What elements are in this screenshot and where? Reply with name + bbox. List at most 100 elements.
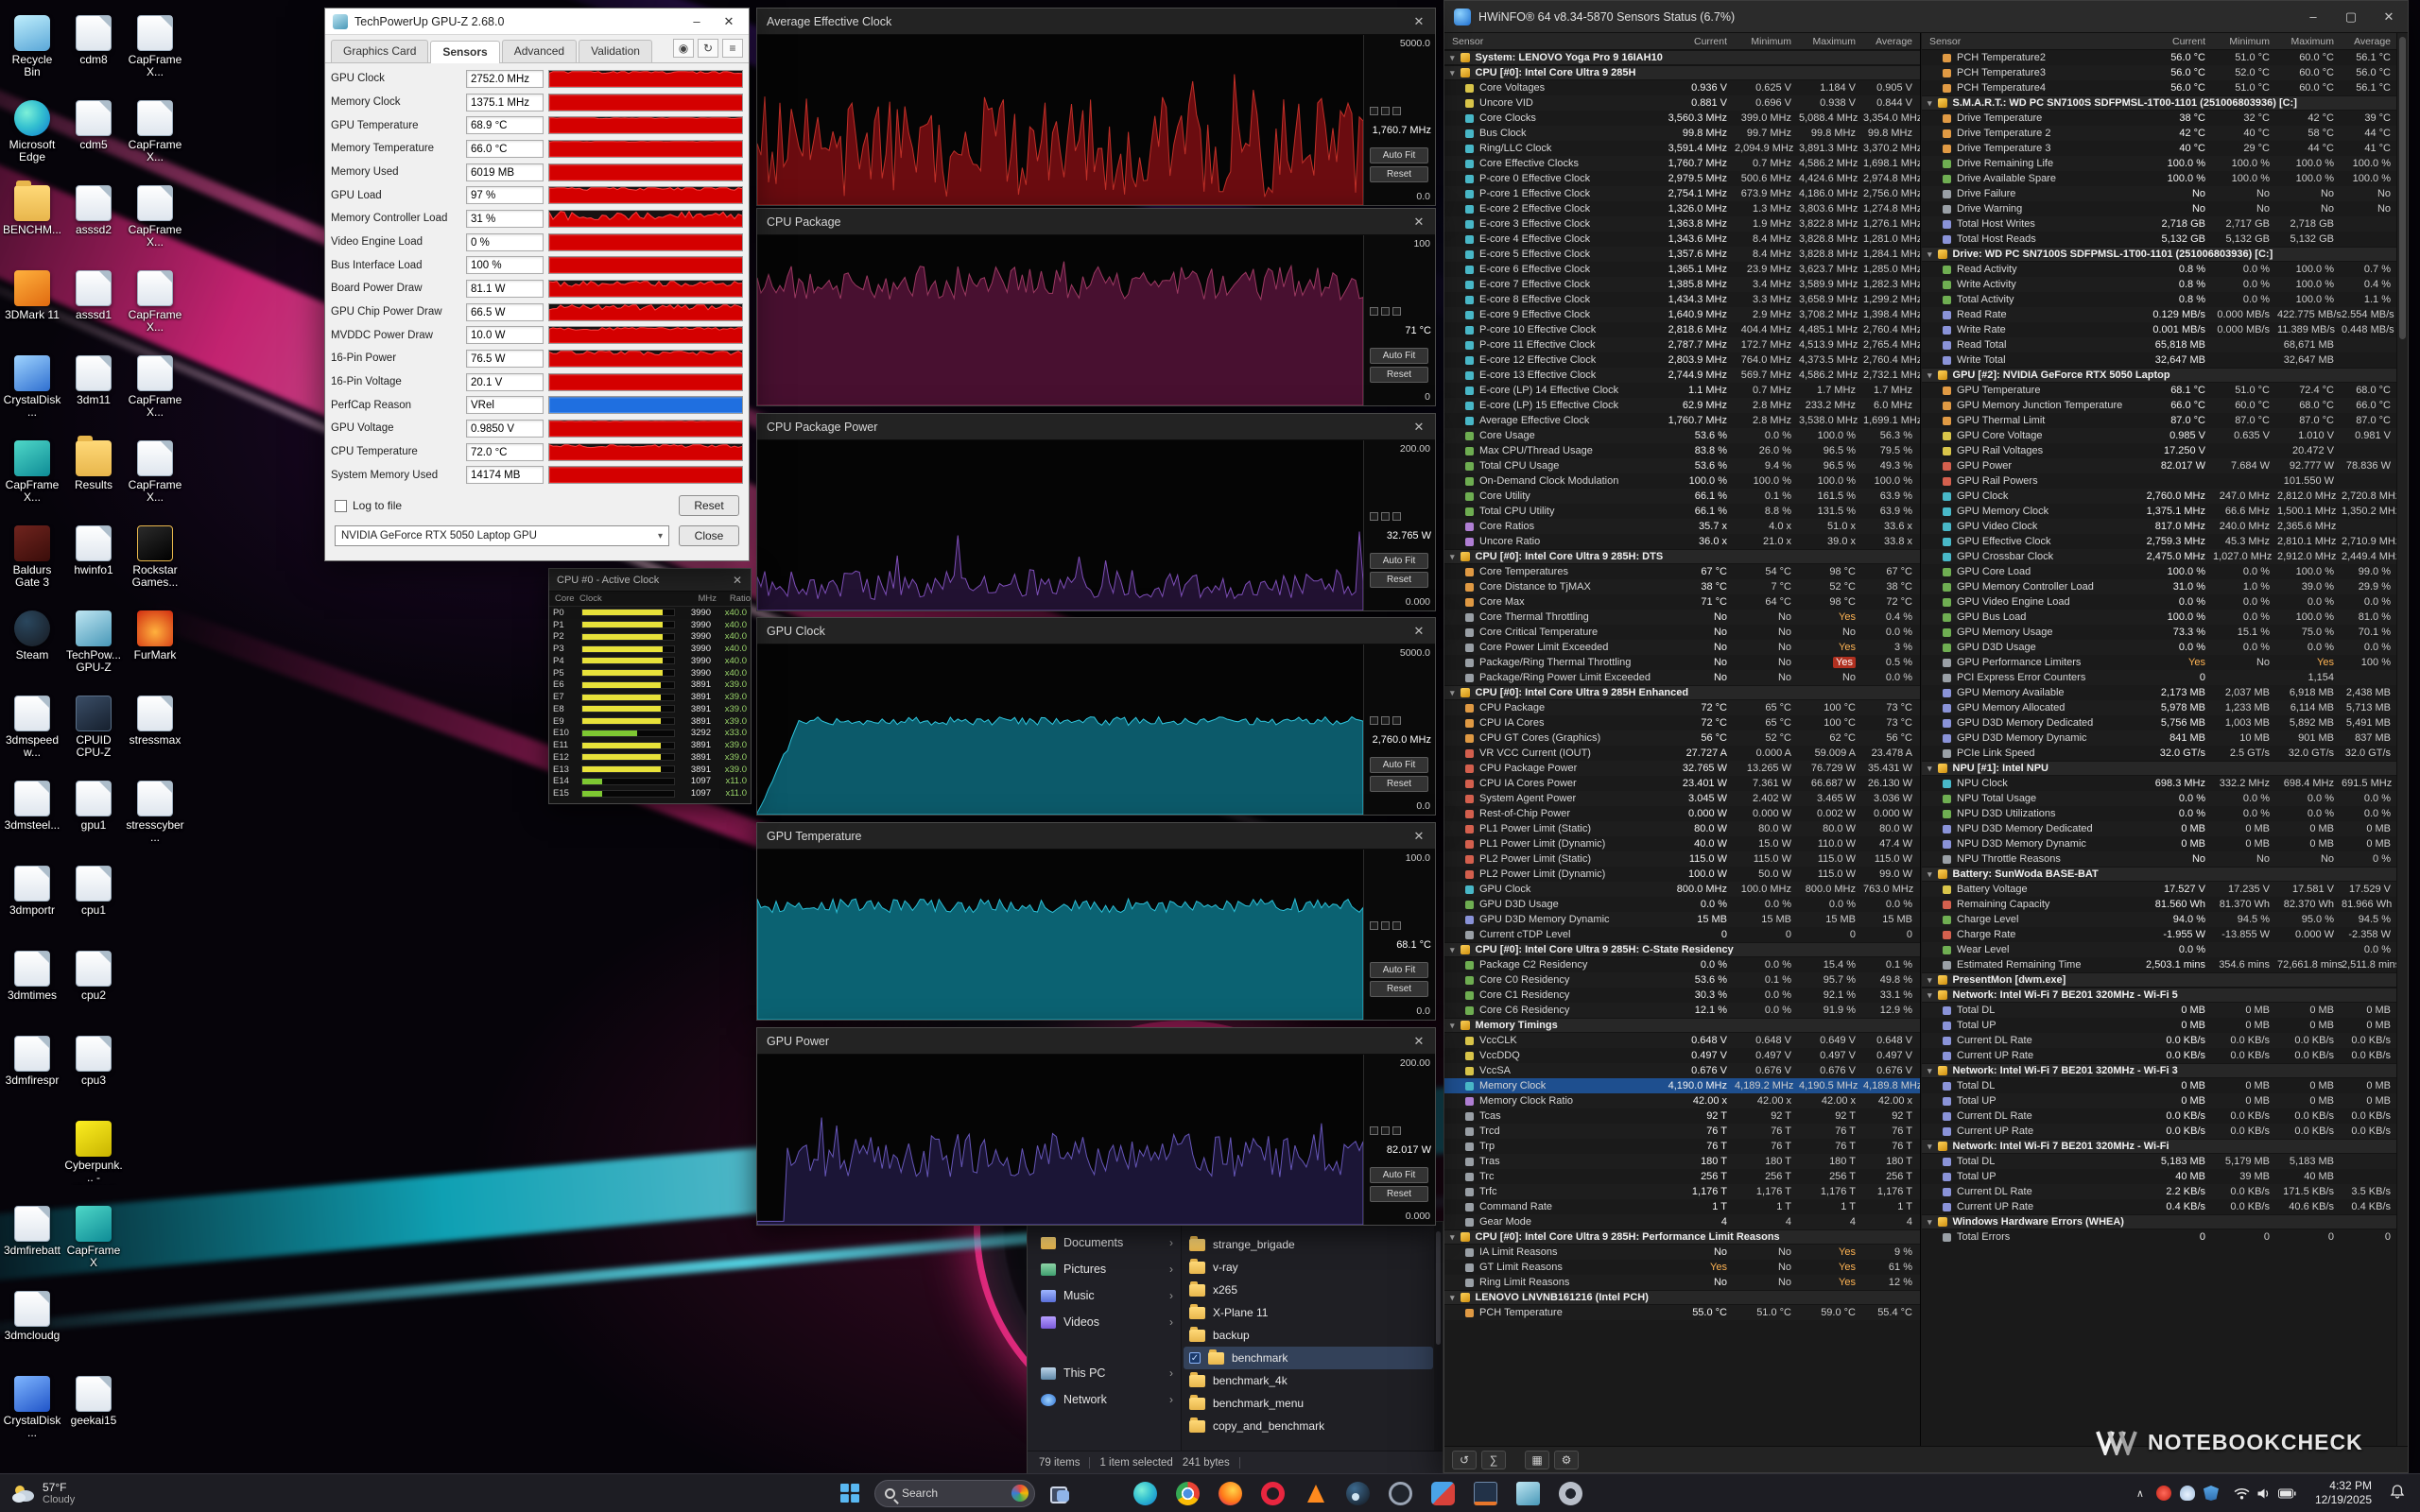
- sensor-row-gpu-d3d-memory-dynamic[interactable]: GPU D3D Memory Dynamic841 MB10 MB901 MB8…: [1922, 730, 2398, 746]
- nav-item-music[interactable]: Music›: [1028, 1282, 1181, 1309]
- taskbar-app-vlc[interactable]: [1297, 1477, 1333, 1509]
- sensor-row-ia-limit-reasons[interactable]: IA Limit ReasonsNoNoYes9 %: [1444, 1245, 1920, 1260]
- graph-reset-button[interactable]: Reset: [1370, 367, 1428, 383]
- sensor-group-windows-hardware-errors-whea-[interactable]: ▾Windows Hardware Errors (WHEA): [1922, 1214, 2398, 1229]
- sensor-row-p-core-0-effective-clock[interactable]: P-core 0 Effective Clock2,979.5 MHz500.6…: [1444, 171, 1920, 186]
- desktop-icon-asssd1[interactable]: asssd1: [64, 270, 123, 321]
- hwinfo-tray-icon[interactable]: [2156, 1486, 2171, 1501]
- checkbox[interactable]: [1392, 307, 1401, 316]
- onedrive-icon[interactable]: [2180, 1486, 2195, 1501]
- desktop-icon-cpu3[interactable]: cpu3: [64, 1036, 123, 1087]
- sensor-group-cpu-0-intel-core-ultra-9-285h-enhanced[interactable]: ▾CPU [#0]: Intel Core Ultra 9 285H Enhan…: [1444, 685, 1920, 700]
- sensor-row-gpu-clock[interactable]: GPU Clock2752.0 MHz: [331, 67, 743, 91]
- sensor-row-total-errors[interactable]: Total Errors0000: [1922, 1229, 2398, 1245]
- nav-item-videos[interactable]: Videos›: [1028, 1309, 1181, 1335]
- nav-item-documents[interactable]: Documents›: [1028, 1229, 1181, 1256]
- sensor-row-write-total[interactable]: Write Total32,647 MB32,647 MB: [1922, 352, 2398, 368]
- sensor-row-uncore-vid[interactable]: Uncore VID0.881 V0.696 V0.938 V0.844 V: [1444, 95, 1920, 111]
- sensor-row-core-temperatures[interactable]: Core Temperatures67 °C54 °C98 °C67 °C: [1444, 564, 1920, 579]
- graph-titlebar[interactable]: GPU Power✕: [757, 1028, 1435, 1055]
- sensor-row-command-rate[interactable]: Command Rate1 T1 T1 T1 T: [1444, 1199, 1920, 1214]
- sensor-group-cpu-0-intel-core-ultra-9-285h-c-state-re[interactable]: ▾CPU [#0]: Intel Core Ultra 9 285H: C-St…: [1444, 942, 1920, 957]
- checkbox[interactable]: [1392, 921, 1401, 930]
- sensor-row-gpu-rail-powers[interactable]: GPU Rail Powers101.550 W: [1922, 473, 2398, 489]
- sensor-row-current-up-rate[interactable]: Current UP Rate0.0 KB/s0.0 KB/s0.0 KB/s0…: [1922, 1048, 2398, 1063]
- sensor-row-cpu-package[interactable]: CPU Package72 °C65 °C100 °C73 °C: [1444, 700, 1920, 715]
- sensor-row-core-c0-residency[interactable]: Core C0 Residency53.6 %0.1 %95.7 %49.8 %: [1444, 972, 1920, 988]
- taskbar-app-chrome[interactable]: [1169, 1477, 1205, 1509]
- sensor-group-network-intel-wi-fi-7-be201-320mhz-wi-fi[interactable]: ▾Network: Intel Wi-Fi 7 BE201 320MHz - W…: [1922, 1139, 2398, 1154]
- sensor-row-e-core-7-effective-clock[interactable]: E-core 7 Effective Clock1,385.8 MHz3.4 M…: [1444, 277, 1920, 292]
- network-volume-battery-cluster[interactable]: [2227, 1483, 2303, 1504]
- scrollbar[interactable]: [1434, 1222, 1443, 1451]
- sensor-row-gpu-clock[interactable]: GPU Clock800.0 MHz100.0 MHz800.0 MHz763.…: [1444, 882, 1920, 897]
- file-item-strange-brigade[interactable]: strange_brigade: [1184, 1233, 1433, 1256]
- sensor-row-pcie-link-speed[interactable]: PCIe Link Speed32.0 GT/s2.5 GT/s32.0 GT/…: [1922, 746, 2398, 761]
- desktop-icon-microsoft-edge[interactable]: Microsoft Edge: [3, 100, 61, 163]
- checkbox[interactable]: [1392, 512, 1401, 521]
- core-row-p4[interactable]: P43990x40.0: [553, 655, 747, 667]
- sensor-row-gpu-d3d-usage[interactable]: GPU D3D Usage0.0 %0.0 %0.0 %0.0 %: [1444, 897, 1920, 912]
- core-row-p1[interactable]: P13990x40.0: [553, 619, 747, 631]
- sensor-row-current-up-rate[interactable]: Current UP Rate0.0 KB/s0.0 KB/s0.0 KB/s0…: [1922, 1124, 2398, 1139]
- sensor-row-npu-throttle-reasons[interactable]: NPU Throttle ReasonsNoNoNo0 %: [1922, 851, 2398, 867]
- sensor-row-gpu-memory-allocated[interactable]: GPU Memory Allocated5,978 MB1,233 MB6,11…: [1922, 700, 2398, 715]
- desktop-icon-rockstar-games-[interactable]: Rockstar Games...: [126, 525, 184, 589]
- desktop-icon-asssd2[interactable]: asssd2: [64, 185, 123, 236]
- checkbox[interactable]: [1381, 921, 1390, 930]
- sensor-row-tras[interactable]: Tras180 T180 T180 T180 T: [1444, 1154, 1920, 1169]
- file-item-benchmark-4k[interactable]: benchmark_4k: [1184, 1369, 1433, 1392]
- sensor-row-vr-vcc-current-iout-[interactable]: VR VCC Current (IOUT)27.727 A0.000 A59.0…: [1444, 746, 1920, 761]
- sensor-row-gpu-thermal-limit[interactable]: GPU Thermal Limit87.0 °C87.0 °C87.0 °C87…: [1922, 413, 2398, 428]
- desktop-icon-benchm-[interactable]: BENCHM...: [3, 185, 61, 236]
- sensor-row-drive-temperature-3[interactable]: Drive Temperature 340 °C29 °C44 °C41 °C: [1922, 141, 2398, 156]
- sensor-row-core-utility[interactable]: Core Utility66.1 %0.1 %161.5 %63.9 %: [1444, 489, 1920, 504]
- sensor-row-total-up[interactable]: Total UP40 MB39 MB40 MB: [1922, 1169, 2398, 1184]
- sensor-row-current-dl-rate[interactable]: Current DL Rate2.2 KB/s0.0 KB/s171.5 KB/…: [1922, 1184, 2398, 1199]
- sensor-row-read-rate[interactable]: Read Rate0.129 MB/s0.000 MB/s422.775 MB/…: [1922, 307, 2398, 322]
- sensor-row-current-up-rate[interactable]: Current UP Rate0.4 KB/s0.0 KB/s40.6 KB/s…: [1922, 1199, 2398, 1214]
- sensor-row-gt-limit-reasons[interactable]: GT Limit ReasonsYesNoYes61 %: [1444, 1260, 1920, 1275]
- sensor-row-write-activity[interactable]: Write Activity0.8 %0.0 %100.0 %0.4 %: [1922, 277, 2398, 292]
- sensor-row-gpu-temperature[interactable]: GPU Temperature68.9 °C: [331, 113, 743, 137]
- sensor-row-gpu-voltage[interactable]: GPU Voltage0.9850 V: [331, 417, 743, 440]
- tab-validation[interactable]: Validation: [579, 40, 652, 62]
- file-item-v-ray[interactable]: v-ray: [1184, 1256, 1433, 1279]
- sensor-group-npu-1-intel-npu[interactable]: ▾NPU [#1]: Intel NPU: [1922, 761, 2398, 776]
- sensor-row-bus-clock[interactable]: Bus Clock99.8 MHz99.7 MHz99.8 MHz99.8 MH…: [1444, 126, 1920, 141]
- weather-widget[interactable]: 57°F Cloudy: [0, 1474, 86, 1512]
- sensor-group-cpu-0-intel-core-ultra-9-285h-performanc[interactable]: ▾CPU [#0]: Intel Core Ultra 9 285H: Perf…: [1444, 1229, 1920, 1245]
- auto-fit-button[interactable]: Auto Fit: [1370, 757, 1428, 773]
- security-shield-icon[interactable]: [2204, 1486, 2219, 1501]
- desktop-icon-capframex[interactable]: CapFrameX: [64, 1206, 123, 1269]
- sensor-row-memory-clock-ratio[interactable]: Memory Clock Ratio42.00 x42.00 x42.00 x4…: [1444, 1093, 1920, 1108]
- gpuz-reset-button[interactable]: Reset: [679, 495, 739, 516]
- sensor-row-gpu-d3d-memory-dedicated[interactable]: GPU D3D Memory Dedicated5,756 MB1,003 MB…: [1922, 715, 2398, 730]
- desktop-icon-capframex-[interactable]: CapFrameX...: [126, 355, 184, 419]
- taskbar-app-task-view[interactable]: [1042, 1477, 1078, 1509]
- sensor-group-battery-sunwoda-base-bat[interactable]: ▾Battery: SunWoda BASE-BAT: [1922, 867, 2398, 882]
- checkbox[interactable]: [1370, 107, 1378, 115]
- gpuz-titlebar[interactable]: TechPowerUp GPU-Z 2.68.0 – ✕: [325, 9, 749, 35]
- sensor-row-core-effective-clocks[interactable]: Core Effective Clocks1,760.7 MHz0.7 MHz4…: [1444, 156, 1920, 171]
- sensor-row-e-core-12-effective-clock[interactable]: E-core 12 Effective Clock2,803.9 MHz764.…: [1444, 352, 1920, 368]
- sensor-row-gpu-power[interactable]: GPU Power82.017 W7.684 W92.777 W78.836 W: [1922, 458, 2398, 473]
- desktop-icon-3dmark-11[interactable]: 3DMark 11: [3, 270, 61, 321]
- checkbox[interactable]: [1370, 716, 1378, 725]
- sensor-group-cpu-0-intel-core-ultra-9-285h-dts[interactable]: ▾CPU [#0]: Intel Core Ultra 9 285H: DTS: [1444, 549, 1920, 564]
- sensor-row-drive-temperature[interactable]: Drive Temperature38 °C32 °C42 °C39 °C: [1922, 111, 2398, 126]
- scrollbar-thumb[interactable]: [2399, 37, 2406, 339]
- sensor-row-pch-temperature3[interactable]: PCH Temperature356.0 °C52.0 °C60.0 °C56.…: [1922, 65, 2398, 80]
- sensor-row-p-core-1-effective-clock[interactable]: P-core 1 Effective Clock2,754.1 MHz673.9…: [1444, 186, 1920, 201]
- gpuz-close-button[interactable]: Close: [679, 525, 739, 546]
- taskbar-app-opera[interactable]: [1254, 1477, 1290, 1509]
- desktop-icon-stressmax[interactable]: stressmax: [126, 696, 184, 747]
- desktop-icon-3dm11[interactable]: 3dm11: [64, 355, 123, 406]
- sensor-row-core-clocks[interactable]: Core Clocks3,560.3 MHz399.0 MHz5,088.4 M…: [1444, 111, 1920, 126]
- sensor-row-charge-rate[interactable]: Charge Rate-1.955 W-13.855 W0.000 W-2.35…: [1922, 927, 2398, 942]
- core-row-e12[interactable]: E123891x39.0: [553, 751, 747, 764]
- sensor-row-trcd[interactable]: Trcd76 T76 T76 T76 T: [1444, 1124, 1920, 1139]
- file-item-backup[interactable]: backup: [1184, 1324, 1433, 1347]
- sensor-row-gpu-memory-clock[interactable]: GPU Memory Clock1,375.1 MHz66.6 MHz1,500…: [1922, 504, 2398, 519]
- file-item-copy-and-benchmark[interactable]: copy_and_benchmark: [1184, 1415, 1433, 1437]
